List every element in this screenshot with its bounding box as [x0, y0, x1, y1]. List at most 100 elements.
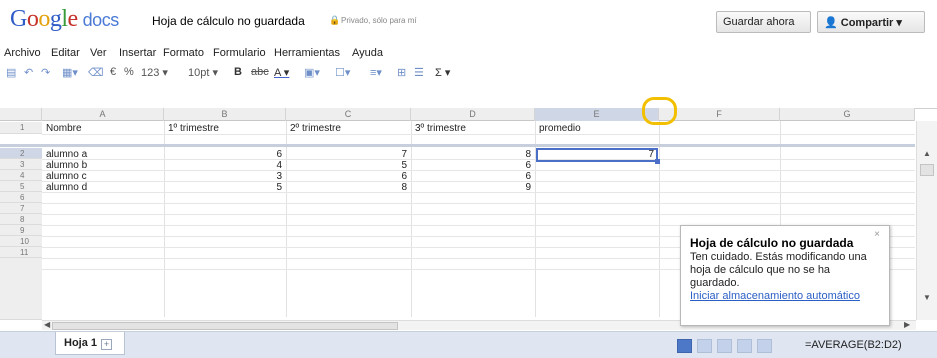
currency-format-button[interactable]: € [110, 66, 116, 78]
row-header[interactable]: 11 [0, 247, 42, 258]
column-header-a[interactable]: A [42, 108, 164, 121]
bold-button[interactable]: B [234, 66, 242, 78]
cell-c4[interactable]: 6 [286, 171, 407, 182]
row-header[interactable]: 4 [0, 170, 42, 181]
cell-a3[interactable]: alumno b [46, 160, 87, 171]
cell-d2[interactable]: 8 [411, 149, 531, 160]
frozen-row-divider[interactable] [0, 144, 915, 147]
wrap-text-icon[interactable]: ☰ [414, 66, 424, 79]
fill-handle[interactable] [655, 159, 660, 164]
highlight-annotation-ring [642, 97, 677, 125]
row-header[interactable]: 6 [0, 192, 42, 203]
cell-b2[interactable]: 6 [164, 149, 282, 160]
percent-format-button[interactable]: % [124, 66, 134, 78]
view-option-icon[interactable] [757, 339, 772, 353]
cell-d5[interactable]: 9 [411, 182, 531, 193]
merge-cells-icon[interactable]: ⊞ [397, 66, 406, 79]
share-button[interactable]: 👤 Compartir ▾ [817, 11, 925, 33]
cell-a4[interactable]: alumno c [46, 171, 87, 182]
enable-autosave-link[interactable]: Iniciar almacenamiento automático [690, 290, 881, 303]
document-title[interactable]: Hoja de cálculo no guardada [152, 14, 305, 28]
menu-archivo[interactable]: Archivo [4, 47, 41, 59]
cell-b4[interactable]: 3 [164, 171, 282, 182]
cell-c3[interactable]: 5 [286, 160, 407, 171]
column-header-c[interactable]: C [286, 108, 411, 121]
vertical-scroll-thumb[interactable] [920, 164, 934, 176]
menu-editar[interactable]: Editar [51, 47, 80, 59]
column-header-f[interactable]: F [659, 108, 780, 121]
row-header[interactable]: 10 [0, 236, 42, 247]
cell-a2[interactable]: alumno a [46, 149, 87, 160]
horizontal-scroll-thumb[interactable] [52, 322, 398, 330]
grid-row-line [42, 134, 915, 135]
row-header[interactable]: 9 [0, 225, 42, 236]
row-header[interactable]: 8 [0, 214, 42, 225]
strikethrough-button[interactable]: abc [251, 66, 269, 78]
cell-a5[interactable]: alumno d [46, 182, 87, 193]
vertical-scrollbar[interactable]: ▲ ▼ [916, 121, 937, 320]
privacy-status[interactable]: Privado, sólo para mí [341, 16, 417, 25]
fill-color-icon[interactable]: ▣▾ [304, 66, 320, 79]
menu-herramientas[interactable]: Herramientas [274, 47, 340, 59]
select-all-corner[interactable] [0, 108, 42, 121]
cell-c1[interactable]: 2º trimestre [290, 123, 341, 134]
redo-icon[interactable]: ↷ [41, 66, 50, 79]
formula-display[interactable]: =AVERAGE(B2:D2) [805, 339, 902, 351]
logo-letter: o [26, 6, 39, 32]
grid-view-icon[interactable] [677, 339, 692, 353]
cell-c5[interactable]: 8 [286, 182, 407, 193]
cell-b1[interactable]: 1º trimestre [168, 123, 219, 134]
column-header-g[interactable]: G [780, 108, 915, 121]
sum-dropdown[interactable]: Σ ▾ [435, 66, 450, 79]
sheet-tab-label: Hoja 1 [64, 337, 98, 349]
logo-letter: G [10, 6, 27, 32]
close-icon[interactable]: × [874, 229, 880, 240]
print-icon[interactable]: ▤ [6, 66, 16, 79]
align-icon[interactable]: ≡▾ [370, 66, 382, 79]
sheet-tab-hoja-1[interactable]: Hoja 1 + [55, 332, 125, 355]
cell-d1[interactable]: 3º trimestre [415, 123, 466, 134]
menu-ver[interactable]: Ver [90, 47, 107, 59]
google-docs-logo[interactable]: Google docs [10, 6, 119, 33]
cell-b3[interactable]: 4 [164, 160, 282, 171]
scroll-left-icon[interactable]: ◀ [44, 320, 50, 329]
row-header[interactable]: 5 [0, 181, 42, 192]
number-format-dropdown[interactable]: 123 ▾ [141, 66, 168, 79]
row-header[interactable]: 3 [0, 159, 42, 170]
cell-d3[interactable]: 6 [411, 160, 531, 171]
column-header-e[interactable]: E [535, 108, 659, 121]
active-cell-outline[interactable] [536, 148, 658, 162]
menu-formato[interactable]: Formato [163, 47, 204, 59]
column-header-b[interactable]: B [164, 108, 286, 121]
menu-formulario[interactable]: Formulario [213, 47, 266, 59]
row-header[interactable]: 7 [0, 203, 42, 214]
cell-e1[interactable]: promedio [539, 123, 581, 134]
view-option-icon[interactable] [697, 339, 712, 353]
column-header-d[interactable]: D [411, 108, 535, 121]
lock-icon: 🔒 [329, 15, 341, 25]
view-option-icon[interactable] [717, 339, 732, 353]
undo-icon[interactable]: ↶ [24, 66, 33, 79]
text-color-button[interactable]: A ▾ [274, 66, 289, 79]
scroll-right-icon[interactable]: ▶ [904, 320, 910, 329]
font-size-dropdown[interactable]: 10pt ▾ [188, 66, 218, 79]
cell-a1[interactable]: Nombre [46, 123, 82, 134]
paint-format-icon[interactable]: ▦▾ [62, 66, 78, 79]
cell-d4[interactable]: 6 [411, 171, 531, 182]
menu-insertar[interactable]: Insertar [119, 47, 156, 59]
clear-format-icon[interactable]: ⌫ [88, 66, 104, 79]
save-now-button[interactable]: Guardar ahora [716, 11, 811, 33]
row-header[interactable]: 2 [0, 148, 42, 159]
scroll-down-icon[interactable]: ▼ [923, 293, 931, 302]
menu-ayuda[interactable]: Ayuda [352, 47, 383, 59]
cell-c2[interactable]: 7 [286, 149, 407, 160]
row-header[interactable]: 1 [0, 122, 42, 134]
scroll-up-icon[interactable]: ▲ [923, 149, 931, 158]
cell-b5[interactable]: 5 [164, 182, 282, 193]
grid-row-line [42, 203, 915, 204]
grid-column-line [659, 121, 660, 317]
sheet-menu-icon[interactable]: + [101, 339, 113, 350]
view-option-icon[interactable] [737, 339, 752, 353]
borders-icon[interactable]: ☐▾ [335, 66, 350, 79]
popup-message: Ten cuidado. Estás modificando una hoja … [690, 251, 867, 289]
